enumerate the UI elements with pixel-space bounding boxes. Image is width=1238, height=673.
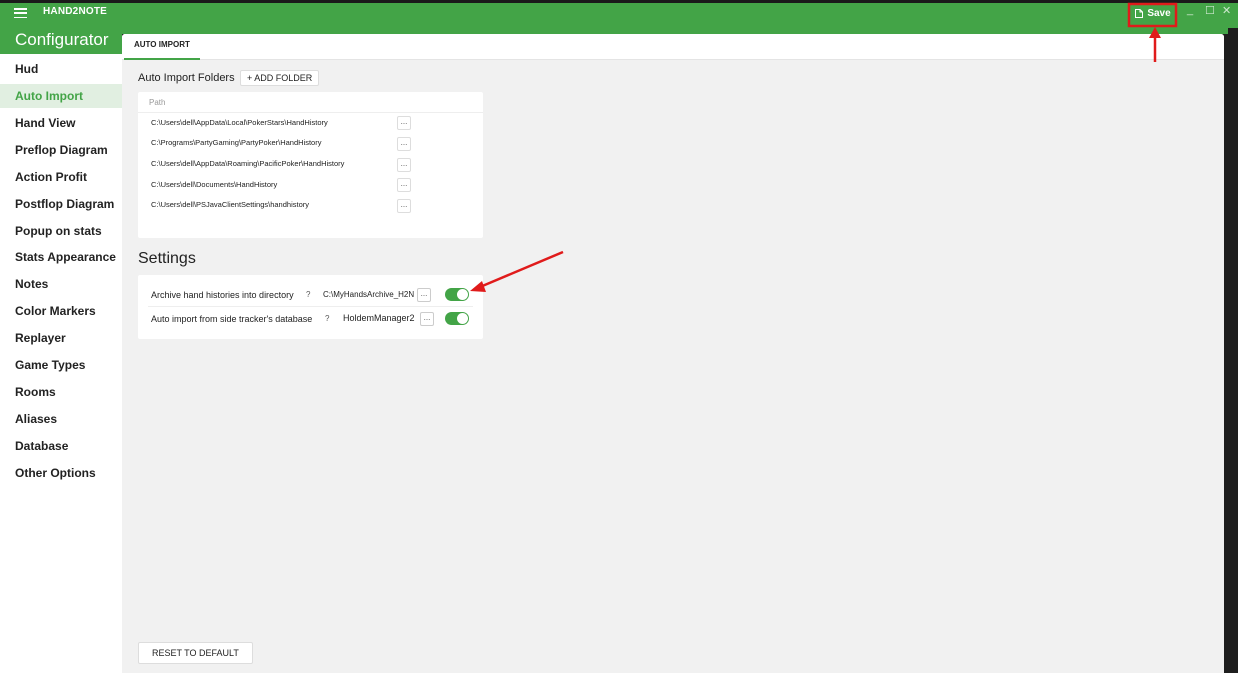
folder-path: C:\Users\dell\PSJavaClientSettings\handh… (151, 200, 309, 209)
toggle-knob (457, 289, 468, 300)
sidebar-item-game-types[interactable]: Game Types (0, 353, 122, 377)
sidebar-item-popup-on-stats[interactable]: Popup on stats (0, 219, 122, 243)
side-tracker-setting-label: Auto import from side tracker's database (151, 314, 313, 324)
divider (148, 306, 473, 307)
close-icon[interactable]: ✕ (1222, 4, 1231, 17)
sidebar-item-stats-appearance[interactable]: Stats Appearance (0, 245, 122, 269)
sidebar-item-postflop-diagram[interactable]: Postflop Diagram (0, 192, 122, 216)
sidebar-item-color-markers[interactable]: Color Markers (0, 299, 122, 323)
toggle-knob (457, 313, 468, 324)
file-icon (1135, 8, 1144, 18)
tab-bar: AUTO IMPORT (122, 34, 1224, 60)
path-column-header: Path (149, 98, 166, 107)
browse-tracker-button[interactable]: ... (420, 312, 434, 326)
maximize-icon[interactable]: ☐ (1205, 4, 1215, 17)
sidebar-item-aliases[interactable]: Aliases (0, 407, 122, 431)
sidebar-header: Configurator (0, 28, 122, 54)
browse-folder-button[interactable]: ... (397, 199, 411, 213)
divider (138, 112, 483, 113)
sidebar-item-action-profit[interactable]: Action Profit (0, 165, 122, 189)
browse-folder-button[interactable]: ... (397, 137, 411, 151)
sidebar-item-hand-view[interactable]: Hand View (0, 111, 122, 135)
folder-path: C:\Users\dell\AppData\Roaming\PacificPok… (151, 159, 345, 168)
browse-folder-button[interactable]: ... (397, 178, 411, 192)
tab-auto-import[interactable]: AUTO IMPORT (124, 34, 200, 60)
title-bar: HAND2NOTE Save _ ☐ ✕ (0, 0, 1238, 28)
hamburger-menu-icon[interactable] (14, 8, 27, 18)
folder-path: C:\Users\dell\AppData\Local\PokerStars\H… (151, 118, 328, 127)
sidebar-item-replayer[interactable]: Replayer (0, 326, 122, 350)
settings-panel: Archive hand histories into directory ? … (138, 275, 483, 339)
archive-setting-label: Archive hand histories into directory (151, 290, 294, 300)
app-name: HAND2NOTE (43, 6, 108, 17)
add-folder-button[interactable]: + ADD FOLDER (240, 70, 320, 86)
save-button[interactable]: Save (1131, 3, 1175, 23)
browse-folder-button[interactable]: ... (397, 116, 411, 130)
help-icon[interactable]: ? (306, 290, 310, 299)
help-icon[interactable]: ? (325, 314, 329, 323)
main-content: AUTO IMPORT Auto Import Folders + ADD FO… (122, 34, 1224, 673)
side-tracker-value: HoldemManager2 (343, 313, 415, 323)
archive-toggle[interactable] (445, 288, 469, 301)
sidebar-item-rooms[interactable]: Rooms (0, 380, 122, 404)
browse-archive-button[interactable]: ... (417, 288, 431, 302)
folder-path: C:\Programs\PartyGaming\PartyPoker\HandH… (151, 138, 322, 147)
sidebar-item-other-options[interactable]: Other Options (0, 461, 122, 485)
side-tracker-toggle[interactable] (445, 312, 469, 325)
sidebar-item-auto-import[interactable]: Auto Import (0, 84, 122, 108)
sidebar-item-notes[interactable]: Notes (0, 272, 122, 296)
sidebar-item-database[interactable]: Database (0, 434, 122, 458)
sidebar: Hud Auto Import Hand View Preflop Diagra… (0, 54, 122, 673)
folder-list: Path C:\Users\dell\AppData\Local\PokerSt… (138, 92, 483, 238)
sidebar-item-hud[interactable]: Hud (0, 57, 122, 81)
settings-title: Settings (138, 250, 196, 267)
auto-import-folders-label: Auto Import Folders (138, 72, 235, 84)
reset-to-default-button[interactable]: RESET TO DEFAULT (138, 642, 253, 664)
sidebar-item-preflop-diagram[interactable]: Preflop Diagram (0, 138, 122, 162)
save-button-label: Save (1147, 7, 1171, 19)
sidebar-title: Configurator (15, 30, 109, 49)
folder-path: C:\Users\dell\Documents\HandHistory (151, 180, 278, 189)
minimize-icon[interactable]: _ (1187, 4, 1193, 16)
archive-directory-value: C:\MyHandsArchive_H2N (323, 290, 415, 299)
browse-folder-button[interactable]: ... (397, 158, 411, 172)
